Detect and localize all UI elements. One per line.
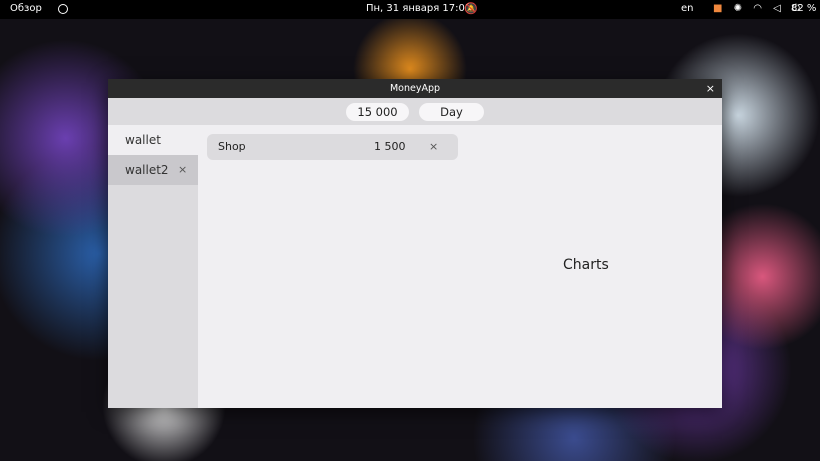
period-selector[interactable]: Day	[419, 103, 484, 121]
moneyapp-window: MoneyApp × 15 000 Day wallet wallet2 × S…	[108, 79, 722, 408]
entry-amount: 1 500	[374, 140, 406, 153]
workspace-indicator-icon[interactable]	[58, 4, 68, 14]
sidebar-item-wallet[interactable]: wallet	[108, 125, 198, 155]
list-item[interactable]: Shop 1 500 ×	[207, 134, 458, 160]
system-top-bar: Обзор Пн, 31 января 17:05 🔕 en ■ ✺ ◠ ◁ ⏻…	[0, 0, 820, 19]
keyboard-layout-indicator[interactable]: en	[681, 3, 694, 14]
volume-icon[interactable]: ◁	[773, 3, 785, 14]
wifi-icon[interactable]: ◠	[753, 3, 766, 14]
remove-entry-icon[interactable]: ×	[429, 134, 438, 160]
entry-name: Shop	[218, 140, 246, 153]
notifications-off-icon[interactable]: 🔕	[464, 2, 478, 15]
window-title: MoneyApp	[389, 83, 441, 94]
sidebar-item-label: wallet	[125, 133, 161, 147]
remove-wallet-icon[interactable]: ×	[178, 155, 187, 185]
wallet-sidebar: wallet wallet2 ×	[108, 125, 198, 408]
brightness-icon[interactable]: ✺	[734, 3, 746, 14]
charts-placeholder: Charts	[563, 257, 609, 273]
sidebar-item-label: wallet2	[125, 163, 169, 177]
clock[interactable]: Пн, 31 января 17:05	[366, 3, 471, 14]
activities-button[interactable]: Обзор	[10, 3, 42, 14]
total-amount-field[interactable]: 15 000	[346, 103, 409, 121]
toolbar: 15 000 Day	[108, 98, 722, 125]
battery-level[interactable]: 82 %	[791, 3, 816, 14]
close-icon[interactable]: ×	[706, 79, 715, 98]
window-titlebar[interactable]: MoneyApp ×	[108, 79, 722, 98]
app-indicator-icon[interactable]: ■	[713, 3, 726, 14]
sidebar-item-wallet2[interactable]: wallet2 ×	[108, 155, 198, 185]
